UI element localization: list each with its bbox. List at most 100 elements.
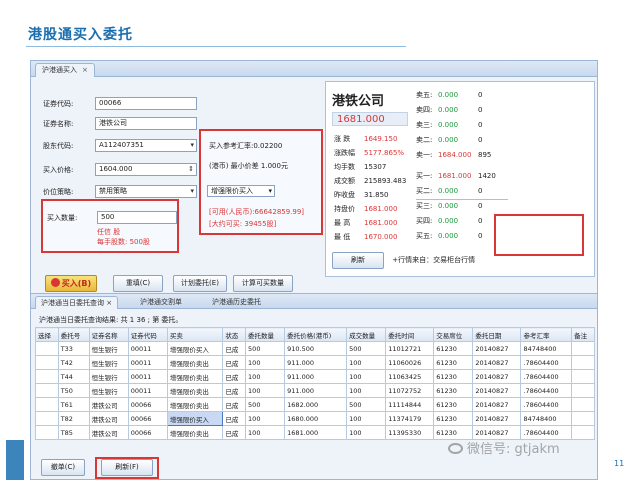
level-size: 0 [478, 187, 483, 195]
row-select-cell[interactable] [35, 383, 59, 398]
table-row[interactable]: T61 港铁公司 00066 增强限价卖出 已成 500 1682.000 500 111148… [35, 397, 595, 412]
security-name-row: 证券名称: 港铁公司 [35, 117, 205, 131]
bid-level[interactable]: 买一: 1681.000 1420 [416, 171, 506, 181]
table-cell: 已成 [222, 411, 247, 426]
ask-level[interactable]: 卖二: 0.000 0 [416, 135, 506, 145]
table-cell: 00011 [127, 369, 168, 384]
column-header[interactable]: 证券代码 [127, 327, 168, 342]
bid-level[interactable]: 买四: 0.000 0 [416, 216, 506, 226]
table-cell: 港铁公司 [88, 411, 129, 426]
qty-label: 买入数量: [47, 214, 78, 222]
column-header[interactable]: 委托日期 [472, 327, 522, 342]
security-code-input[interactable]: 00066 [95, 97, 197, 110]
column-header[interactable]: 委托号 [57, 327, 90, 342]
table-cell: 已成 [222, 369, 247, 384]
cancel-order-button[interactable]: 撤单(C) [41, 459, 85, 476]
ask-level[interactable]: 卖一: 1684.000 895 [416, 150, 506, 160]
table-cell: 已成 [222, 425, 247, 440]
quote-stat: 成交额 215893.483 [334, 176, 406, 186]
column-header[interactable]: 成交数量 [346, 327, 387, 342]
row-select-cell[interactable] [35, 425, 59, 440]
table-row[interactable]: T82 港铁公司 00066 增强限价买入 已成 100 1680.000 100 113741… [35, 411, 595, 426]
quote-stat: 最 低 1670.000 [334, 232, 397, 242]
tab-history-orders[interactable]: 沪港通历史委托 [207, 296, 266, 309]
order-type-select[interactable]: 增强限价买入 [207, 185, 275, 197]
column-header[interactable]: 证券名称 [88, 327, 129, 342]
table-cell: 11072752 [385, 383, 435, 398]
security-name-field: 港铁公司 [95, 117, 197, 130]
column-header[interactable]: 选择 [35, 327, 59, 342]
table-cell: T33 [57, 341, 90, 356]
table-row[interactable]: T42 恒生银行 00011 增强限价卖出 已成 100 911.000 100 1106002… [35, 355, 595, 370]
column-header[interactable]: 买卖 [166, 327, 224, 342]
row-select-cell[interactable] [35, 341, 59, 356]
qty-input[interactable]: 500 [97, 211, 177, 224]
reset-button[interactable]: 重填(C) [113, 275, 163, 292]
close-icon[interactable]: × [82, 66, 88, 74]
table-cell: 100 [346, 355, 387, 370]
row-select-cell[interactable] [35, 355, 59, 370]
table-row[interactable]: T50 恒生银行 00011 增强限价卖出 已成 100 911.000 100 1107275… [35, 383, 595, 398]
table-cell [571, 341, 595, 356]
tab-settlement[interactable]: 沪港通交割单 [135, 296, 187, 309]
table-cell [571, 425, 595, 440]
table-cell: 00066 [127, 425, 168, 440]
security-code-label: 证券代码: [43, 100, 74, 108]
table-cell: 100 [346, 369, 387, 384]
best-bid-ask-highlight [494, 214, 584, 256]
level-size: 0 [478, 91, 483, 99]
price-stepper[interactable]: 1604.000 [95, 163, 197, 176]
account-label: 股东代码: [43, 142, 74, 150]
quote-stat-value: 1670.000 [364, 233, 398, 241]
table-cell: 恒生银行 [88, 341, 129, 356]
column-header[interactable]: 参考汇率 [520, 327, 573, 342]
level-price: 1684.000 [438, 151, 472, 159]
order-button-bar: 买入(B) 重填(C) 计划委托(E) 计算可买数量 [39, 275, 323, 293]
fx-rate-text: 买入参考汇率:0.02200 [209, 142, 283, 150]
quote-refresh-button[interactable]: 刷新 [332, 252, 384, 269]
quote-stat: 均手数 15307 [334, 162, 386, 172]
column-header[interactable]: 备注 [571, 327, 595, 342]
column-header[interactable]: 委托时间 [385, 327, 435, 342]
table-cell: 增强限价买入 [166, 341, 224, 356]
table-cell: 100 [245, 383, 286, 398]
bid-level[interactable]: 买三: 0.000 0 [416, 201, 506, 211]
tab-today-orders[interactable]: 沪港通当日委托查询 × [35, 296, 119, 309]
level-size: 0 [478, 136, 483, 144]
level-label: 买三: [416, 202, 433, 210]
tab-hk-buy[interactable]: 沪港通买入 × [35, 63, 95, 77]
quote-source-checkbox[interactable]: +行情来自：交易柜台行情 [392, 255, 475, 265]
table-cell: 增强限价买入 [166, 411, 224, 426]
buy-icon [50, 278, 60, 287]
ask-level[interactable]: 卖四: 0.000 0 [416, 105, 506, 115]
ask-level[interactable]: 卖五: 0.000 0 [416, 90, 506, 100]
row-select-cell[interactable] [35, 369, 59, 384]
bid-level[interactable]: 买二: 0.000 0 [416, 186, 506, 196]
quote-panel: 港铁公司 1681.000 涨 跌 1649.150 涨跌幅 5177.865% 均手数… [325, 81, 595, 277]
table-row[interactable]: T44 恒生银行 00011 增强限价卖出 已成 100 911.000 100 1106342… [35, 369, 595, 384]
ask-level[interactable]: 卖三: 0.000 0 [416, 120, 506, 130]
column-header[interactable]: 状态 [222, 327, 247, 342]
bid-level[interactable]: 买五: 0.000 0 [416, 231, 506, 241]
strategy-select[interactable]: 禁用策略 [95, 185, 197, 198]
slide-title: 港股通买入委托 [28, 27, 133, 43]
level-price: 0.000 [438, 187, 459, 195]
calc-qty-button[interactable]: 计算可买数量 [233, 275, 293, 292]
table-cell: .78604400 [520, 355, 573, 370]
level-price: 0.000 [438, 232, 459, 240]
column-header[interactable]: 交易席位 [433, 327, 474, 342]
row-select-cell[interactable] [35, 411, 59, 426]
query-tabbar: 沪港通当日委托查询 × 沪港通交割单 沪港通历史委托 [31, 293, 597, 309]
column-header[interactable]: 委托价格(港币) [284, 327, 348, 342]
table-cell: 恒生银行 [88, 369, 129, 384]
max-buy-text: [大约可买: 39455股] [209, 220, 277, 228]
column-header[interactable]: 委托数量 [245, 327, 286, 342]
table-cell: T50 [57, 383, 90, 398]
account-select[interactable]: A112407351 [95, 139, 197, 152]
plan-order-button[interactable]: 计划委托(E) [173, 275, 227, 292]
query-result-text: 沪港通当日委托查询结果: 共 1 36 ; 第 委托。 [39, 316, 183, 324]
buy-button[interactable]: 买入(B) [45, 275, 97, 292]
row-select-cell[interactable] [35, 397, 59, 412]
level-price: 0.000 [438, 136, 459, 144]
table-row[interactable]: T33 恒生银行 00011 增强限价买入 已成 500 910.500 500 1101272… [35, 341, 595, 356]
